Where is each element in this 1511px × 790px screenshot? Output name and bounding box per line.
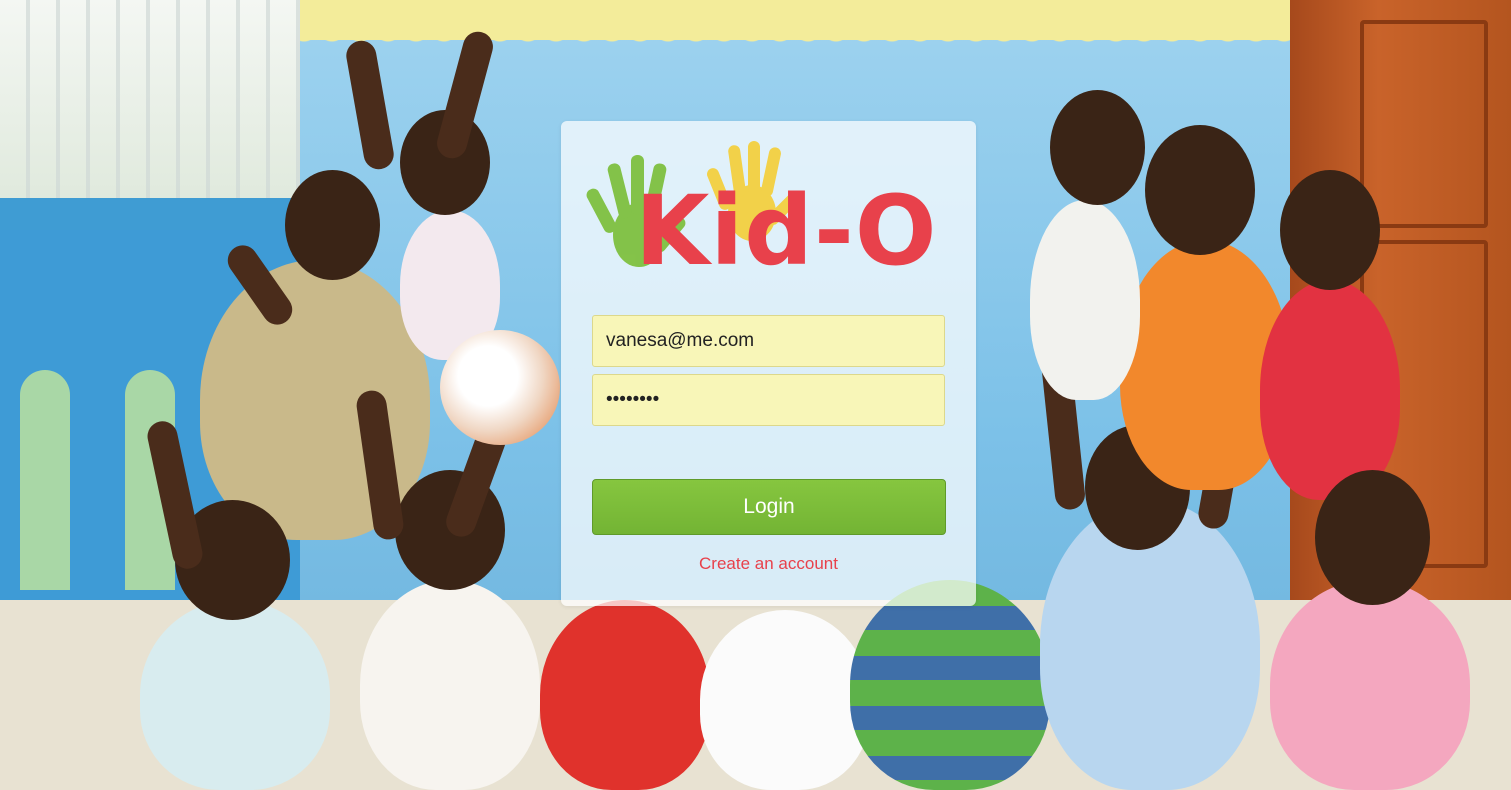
child-head bbox=[1145, 125, 1255, 255]
child-figure bbox=[1030, 200, 1140, 400]
child-head bbox=[1280, 170, 1380, 290]
child-figure bbox=[540, 600, 710, 790]
create-account-link[interactable]: Create an account bbox=[561, 554, 976, 574]
window-bars bbox=[0, 0, 300, 210]
child-figure bbox=[1270, 580, 1470, 790]
child-figure bbox=[700, 610, 870, 790]
password-field[interactable] bbox=[592, 374, 945, 426]
login-card: Kid-O Login Create an account bbox=[561, 121, 976, 606]
soccer-ball bbox=[440, 330, 560, 445]
child-figure bbox=[1260, 280, 1400, 500]
child-head bbox=[1050, 90, 1145, 205]
kid-o-logo: Kid-O bbox=[577, 135, 967, 305]
door-panel bbox=[1360, 20, 1488, 228]
wall-trim-wave bbox=[290, 28, 1290, 50]
email-field[interactable] bbox=[592, 315, 945, 367]
login-button[interactable]: Login bbox=[592, 479, 946, 535]
child-figure bbox=[850, 580, 1050, 790]
balustrade-arch bbox=[20, 370, 70, 590]
child-head bbox=[1315, 470, 1430, 605]
child-head bbox=[285, 170, 380, 280]
brand-name: Kid-O bbox=[635, 175, 938, 287]
child-figure bbox=[140, 600, 330, 790]
child-figure bbox=[360, 580, 540, 790]
